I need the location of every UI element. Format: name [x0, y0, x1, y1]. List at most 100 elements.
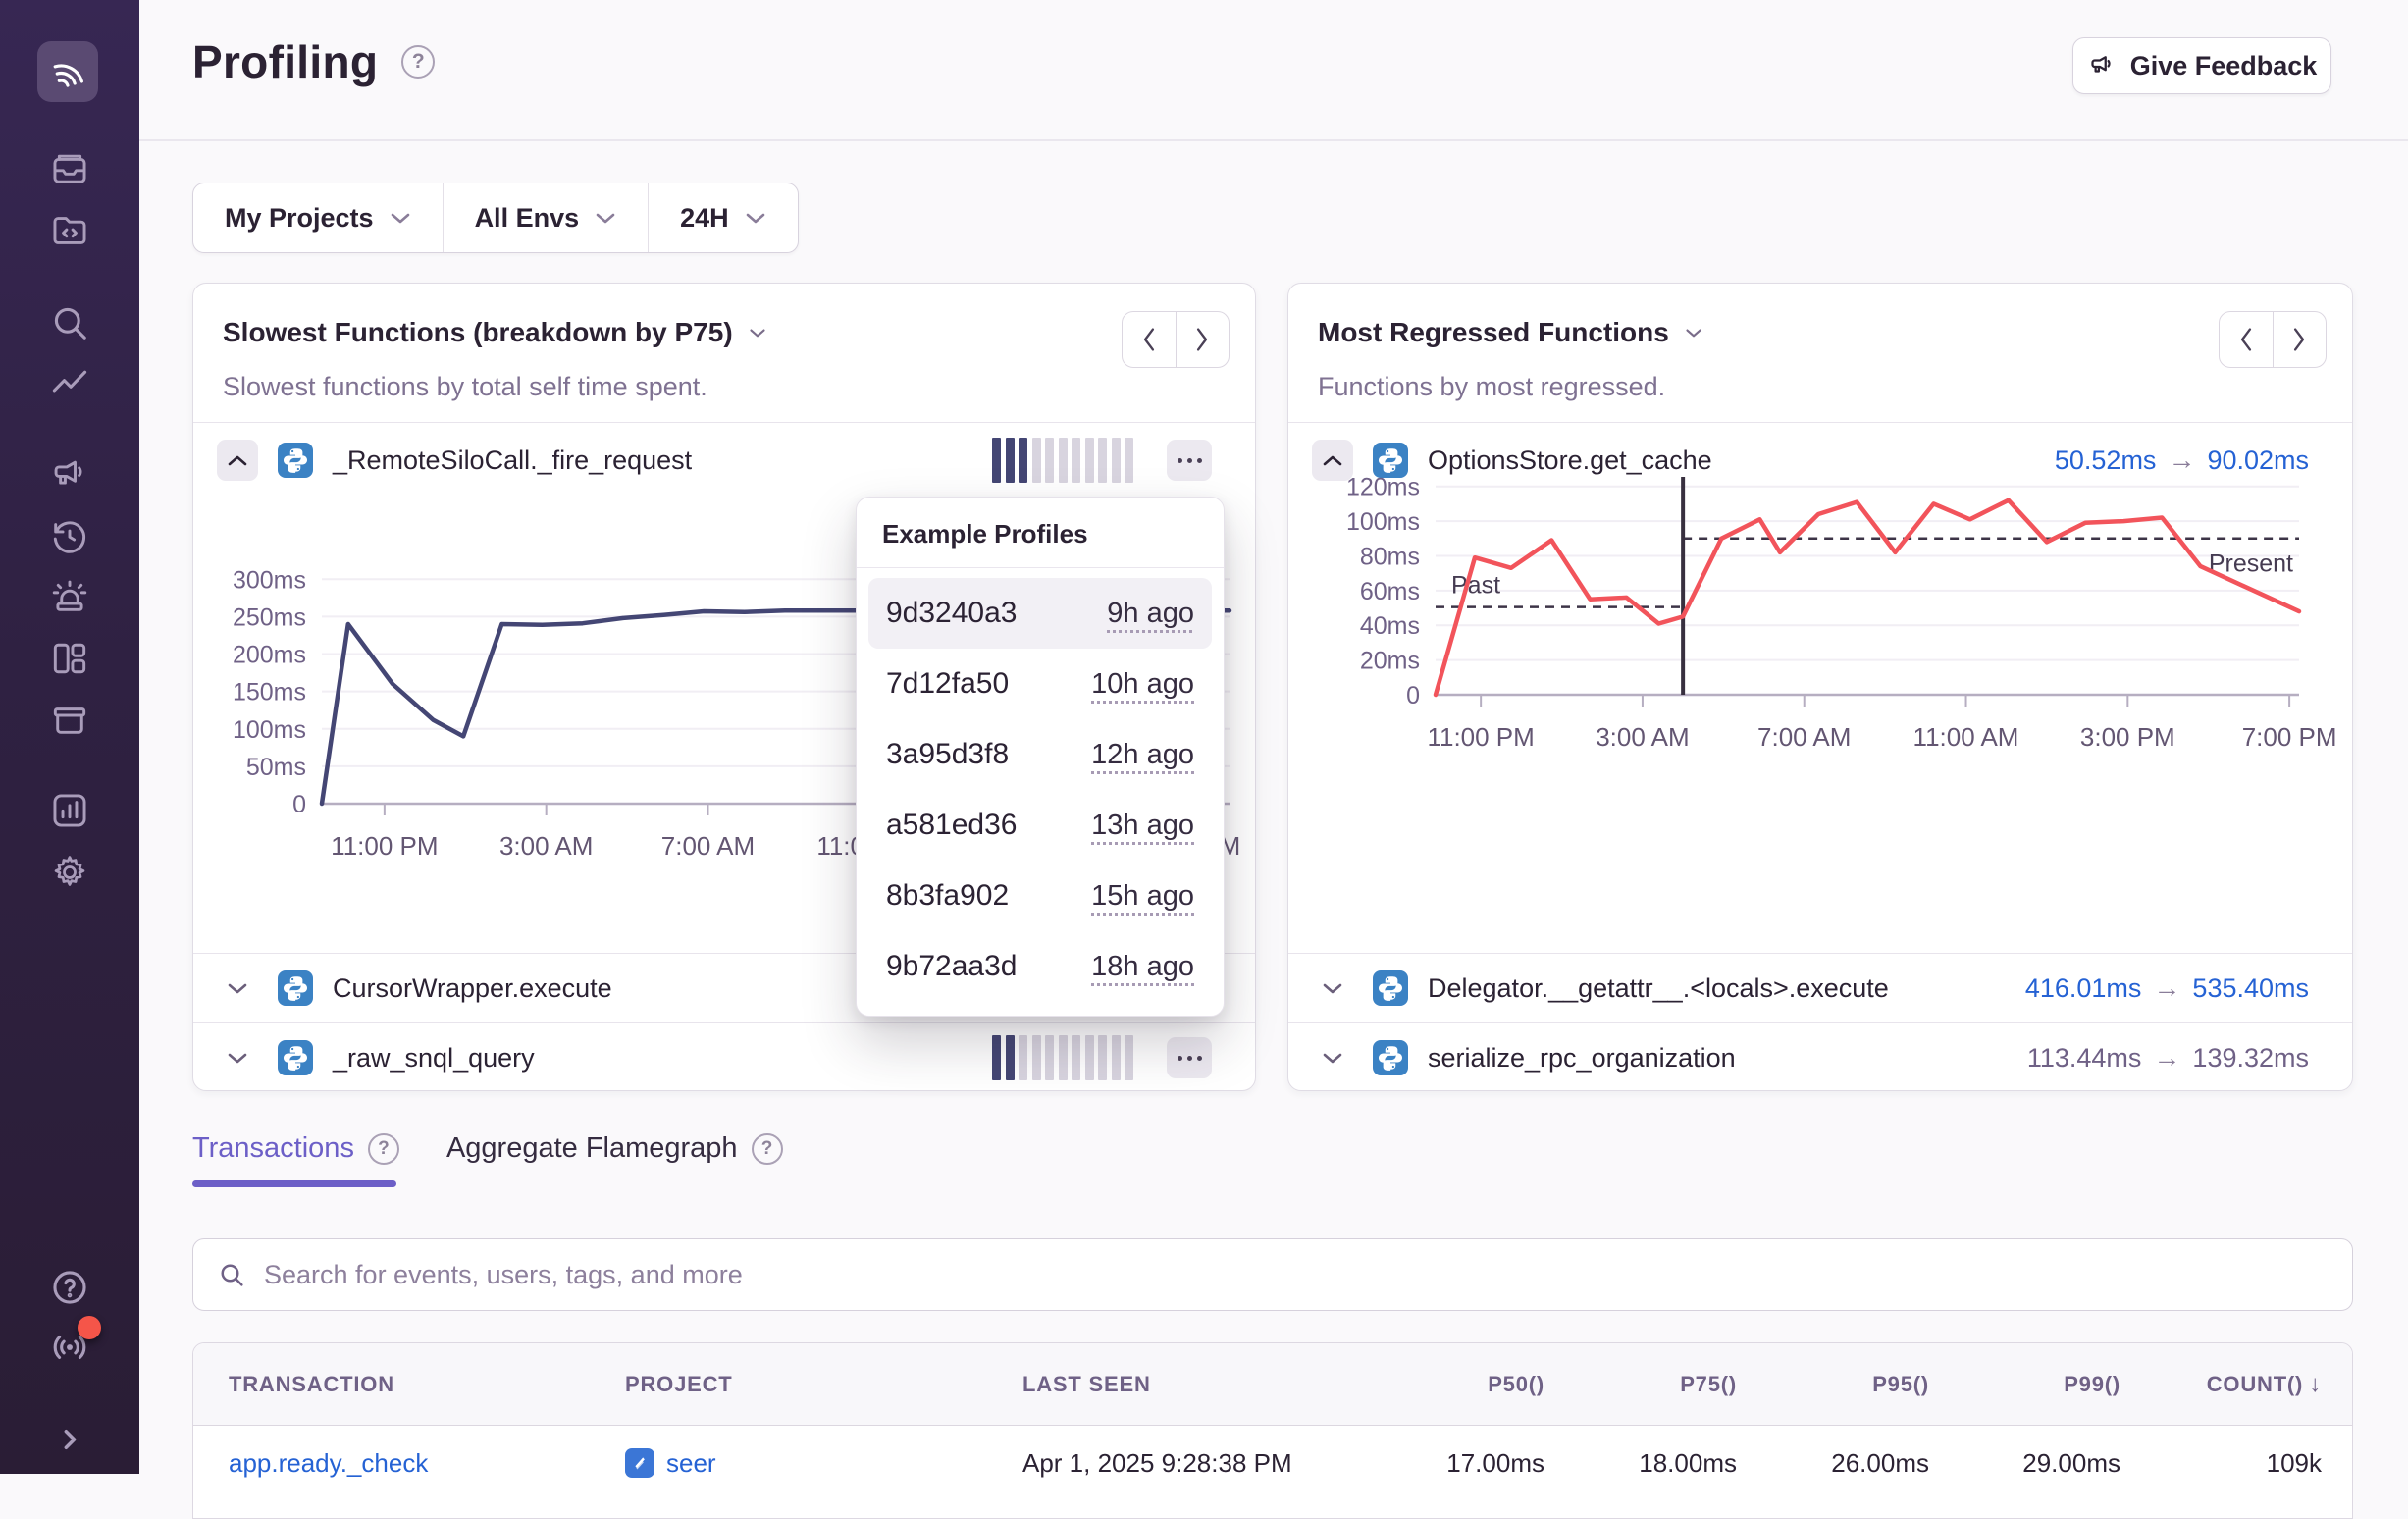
function-name-link[interactable]: _raw_snql_query [333, 1043, 535, 1074]
chevron-down-icon [227, 981, 248, 995]
project-filter-dropdown[interactable]: My Projects [193, 183, 443, 252]
profile-id-link[interactable]: 9b72aa3d [886, 950, 1017, 983]
svg-text:300ms: 300ms [233, 566, 306, 594]
stats-icon[interactable] [48, 789, 91, 832]
sentry-logo-icon[interactable] [37, 41, 98, 102]
regressed-card-title-dropdown[interactable]: Most Regressed Functions [1318, 317, 1702, 348]
tab-transactions[interactable]: Transactions ? [192, 1132, 399, 1165]
profile-age[interactable]: 15h ago [1091, 880, 1194, 913]
transactions-help-icon[interactable]: ? [368, 1133, 399, 1165]
column-header-p99[interactable]: P99() [1929, 1372, 2120, 1397]
duration-after-link[interactable]: 535.40ms [2192, 973, 2309, 1004]
profile-list-item[interactable]: 3a95d3f8 12h ago [868, 719, 1212, 790]
tab-transactions-label: Transactions [192, 1132, 354, 1165]
next-page-button[interactable] [2273, 312, 2327, 367]
settings-icon[interactable] [48, 851, 91, 894]
search-input[interactable] [264, 1260, 2329, 1290]
alerts-icon[interactable] [48, 576, 91, 619]
regressed-card-header: Most Regressed Functions Functions by mo… [1288, 284, 2352, 423]
profile-list-item[interactable]: 9b72aa3d 18h ago [868, 931, 1212, 1002]
expand-function-button[interactable] [1312, 968, 1353, 1009]
svg-text:50ms: 50ms [246, 754, 306, 781]
expand-function-button[interactable] [217, 1037, 258, 1078]
column-header-last-seen[interactable]: LAST SEEN [1022, 1372, 1352, 1397]
svg-text:60ms: 60ms [1360, 578, 1420, 605]
svg-text:100ms: 100ms [1346, 508, 1420, 536]
chevron-down-icon [749, 327, 766, 339]
column-header-p50[interactable]: P50() [1352, 1372, 1544, 1397]
replays-icon[interactable] [48, 514, 91, 557]
projects-icon[interactable] [48, 209, 91, 252]
profile-list-item[interactable]: 9d3240a3 9h ago [868, 578, 1212, 649]
page-help-icon[interactable]: ? [401, 45, 435, 79]
chevron-right-icon [2290, 327, 2308, 352]
environment-filter-dropdown[interactable]: All Envs [443, 183, 649, 252]
function-row: Delegator.__getattr__.<locals>.execute 4… [1288, 953, 2352, 1022]
sort-descending-icon: ↓ [2309, 1371, 2322, 1398]
svg-text:0: 0 [1406, 682, 1420, 709]
column-header-count[interactable]: COUNT() ↓ [2120, 1371, 2322, 1398]
expand-function-button[interactable] [1312, 1037, 1353, 1078]
slowest-card-title-dropdown[interactable]: Slowest Functions (breakdown by P75) [223, 317, 766, 348]
releases-icon[interactable] [48, 699, 91, 742]
svg-text:11:00 PM: 11:00 PM [1427, 722, 1534, 752]
chevron-down-icon [227, 1051, 248, 1065]
profile-id-link[interactable]: 8b3fa902 [886, 879, 1009, 913]
function-name-link[interactable]: Delegator.__getattr__.<locals>.execute [1428, 973, 1889, 1004]
profile-list-item[interactable]: 7d12fa50 10h ago [868, 649, 1212, 719]
svg-text:11:00 PM: 11:00 PM [331, 831, 438, 861]
regressed-card-pager [2219, 311, 2327, 368]
more-options-button[interactable] [1167, 1037, 1212, 1078]
profile-age[interactable]: 10h ago [1091, 668, 1194, 701]
profile-id-link[interactable]: 3a95d3f8 [886, 738, 1009, 771]
profile-age[interactable]: 13h ago [1091, 810, 1194, 842]
dashboards-icon[interactable] [48, 637, 91, 680]
issues-icon[interactable] [48, 147, 91, 190]
date-range-dropdown[interactable]: 24H [648, 183, 798, 252]
tab-aggregate-flamegraph[interactable]: Aggregate Flamegraph ? [446, 1132, 783, 1165]
function-name-link[interactable]: CursorWrapper.execute [333, 973, 612, 1004]
flamegraph-help-icon[interactable]: ? [752, 1133, 783, 1165]
profile-id-link[interactable]: 7d12fa50 [886, 667, 1009, 701]
arrow-right-icon: → [2153, 972, 2180, 1004]
profile-age[interactable]: 12h ago [1091, 739, 1194, 771]
expand-function-button[interactable] [217, 968, 258, 1009]
regression-metric: 113.44ms → 139.32ms [2027, 1042, 2309, 1074]
search-nav-icon[interactable] [48, 301, 91, 344]
performance-icon[interactable] [48, 362, 91, 405]
next-page-button[interactable] [1176, 312, 1230, 367]
function-name-link[interactable]: serialize_rpc_organization [1428, 1043, 1736, 1074]
python-icon [278, 1040, 313, 1075]
prev-page-button[interactable] [1123, 312, 1176, 367]
prev-page-button[interactable] [2220, 312, 2273, 367]
feedback-nav-icon[interactable] [48, 453, 91, 497]
profile-age[interactable]: 9h ago [1107, 598, 1194, 630]
function-name-link[interactable]: _RemoteSiloCall._fire_request [333, 445, 692, 476]
profile-sparkline [992, 438, 1133, 483]
profile-list-item[interactable]: 8b3fa902 15h ago [868, 861, 1212, 931]
expand-sidebar-icon[interactable] [48, 1418, 91, 1461]
whats-new-icon[interactable] [48, 1326, 91, 1369]
chevron-left-icon [1140, 327, 1158, 352]
duration-before-link[interactable]: 416.01ms [2025, 973, 2142, 1004]
chevron-down-icon [1685, 327, 1702, 339]
profile-list-item[interactable]: a581ed36 13h ago [868, 790, 1212, 861]
column-header-p75[interactable]: P75() [1544, 1372, 1737, 1397]
collapse-function-button[interactable] [217, 440, 258, 481]
search-icon [217, 1260, 246, 1289]
give-feedback-button[interactable]: Give Feedback [2072, 37, 2331, 94]
profile-id-link[interactable]: 9d3240a3 [886, 597, 1017, 630]
chevron-up-icon [227, 453, 248, 467]
python-icon [1373, 1040, 1408, 1075]
help-icon[interactable] [48, 1266, 91, 1309]
profile-id-link[interactable]: a581ed36 [886, 809, 1017, 842]
transactions-table: TRANSACTION PROJECT LAST SEEN P50() P75(… [192, 1342, 2353, 1519]
example-profiles-popup: Example Profiles 9d3240a3 9h ago 7d12fa5… [856, 497, 1225, 1017]
column-header-transaction[interactable]: TRANSACTION [193, 1372, 625, 1397]
more-options-button[interactable] [1167, 440, 1212, 481]
column-header-project[interactable]: PROJECT [625, 1372, 1022, 1397]
profile-age[interactable]: 18h ago [1091, 951, 1194, 983]
page-title: Profiling [192, 35, 378, 88]
column-header-p95[interactable]: P95() [1737, 1372, 1929, 1397]
project-filter-label: My Projects [225, 203, 374, 234]
